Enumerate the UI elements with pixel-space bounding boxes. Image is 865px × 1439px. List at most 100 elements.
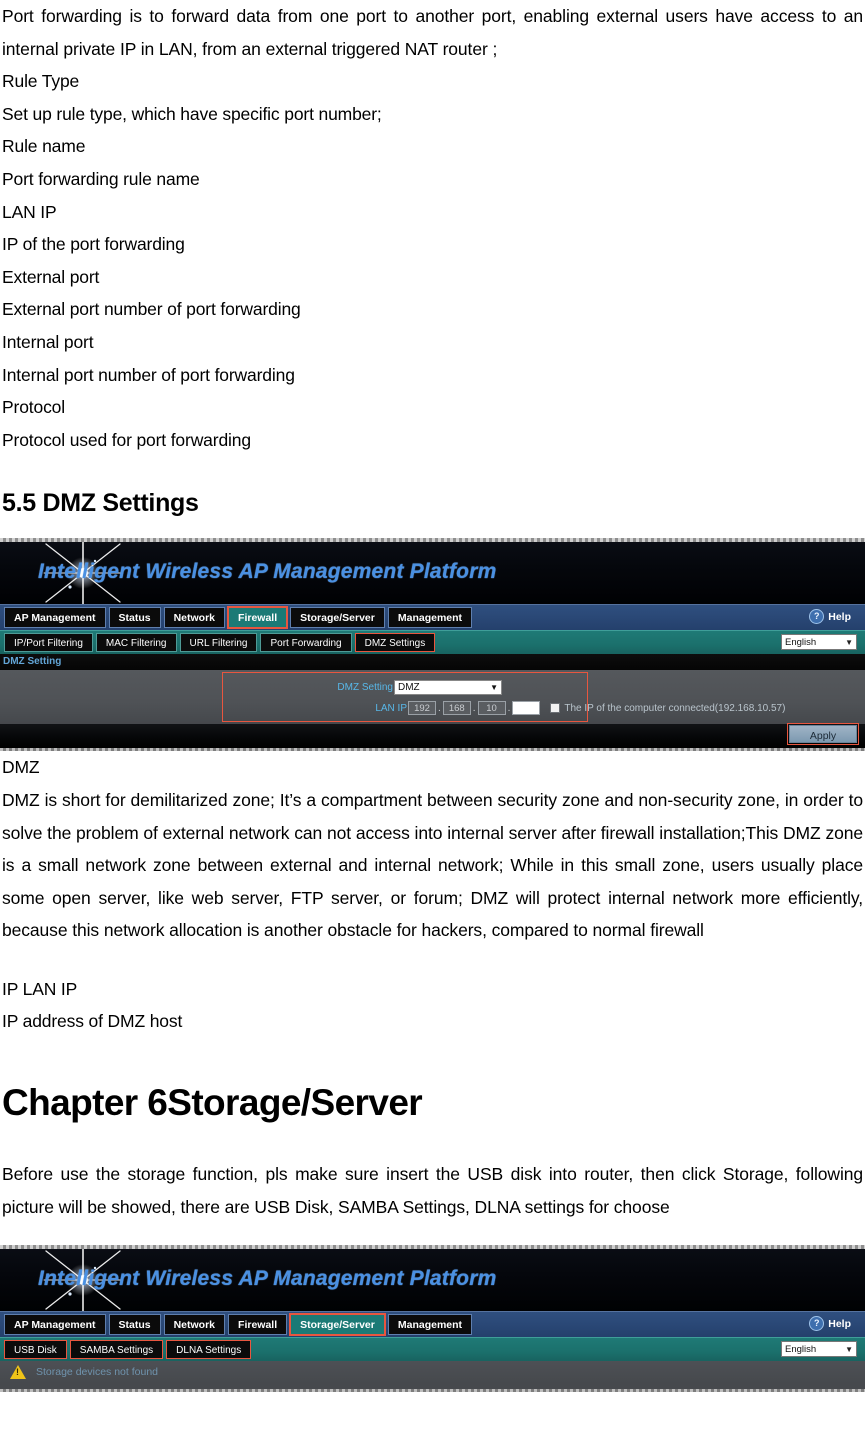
term-protocol: Protocol [2, 397, 65, 418]
subtab-ip-port-filtering[interactable]: IP/Port Filtering [4, 633, 93, 653]
dmz-setting-select[interactable]: DMZ ▼ [394, 680, 502, 696]
main-tab-bar: AP Management Status Network Firewall St… [0, 1311, 865, 1338]
dmz-setting-label: DMZ Setting [337, 682, 393, 694]
router-ui-dmz: Intelligent Wireless AP Management Platf… [0, 542, 865, 749]
ip-separator: . [472, 702, 476, 714]
desc-protocol: Protocol used for port forwarding [2, 429, 251, 450]
subtab-samba-settings[interactable]: SAMBA Settings [69, 1340, 164, 1360]
term-internal-port: Internal port [2, 331, 94, 352]
tab-management[interactable]: Management [387, 607, 473, 629]
dmz-footer-bar: Apply [0, 723, 865, 749]
tab-storage-server[interactable]: Storage/Server [289, 1313, 386, 1337]
intro-paragraph: Port forwarding is to forward data from … [2, 6, 863, 59]
chevron-down-icon: ▼ [845, 1344, 853, 1354]
desc-ip-lan-ip: IP address of DMZ host [2, 1011, 183, 1032]
screenshot-bottom-edge [0, 748, 865, 752]
tab-storage-server[interactable]: Storage/Server [290, 607, 385, 629]
dmz-form-highlight-box: DMZ Setting DMZ ▼ LAN IP 192 . 168 . 10 [222, 672, 785, 723]
tab-ap-management[interactable]: AP Management [4, 607, 106, 629]
apply-button-highlight: Apply [787, 723, 859, 746]
lan-ip-octet-3[interactable]: 10 [477, 701, 506, 716]
subtab-mac-filtering[interactable]: MAC Filtering [95, 633, 177, 653]
help-link[interactable]: ? Help [809, 1316, 851, 1332]
app-banner: Intelligent Wireless AP Management Platf… [0, 1249, 865, 1312]
chevron-down-icon: ▼ [490, 682, 498, 692]
document-page: Port forwarding is to forward data from … [0, 0, 865, 1439]
sub-tab-bar: IP/Port Filtering MAC Filtering URL Filt… [0, 630, 865, 655]
lan-ip-label: LAN IP [375, 702, 407, 714]
chevron-down-icon: ▼ [845, 637, 853, 647]
tab-firewall[interactable]: Firewall [227, 606, 289, 630]
main-tab-bar: AP Management Status Network Firewall St… [0, 604, 865, 631]
connected-computer-ip-label: The IP of the computer connected(192.168… [564, 702, 786, 714]
router-ui-storage: Intelligent Wireless AP Management Platf… [0, 1249, 865, 1390]
dmz-description-paragraph: DMZ is short for demilitarized zone; It’… [2, 789, 863, 941]
document-body-2: DMZ DMZ is short for demilitarized zone;… [0, 751, 865, 1245]
warning-triangle-icon [10, 1365, 26, 1380]
term-rule-type: Rule Type [2, 71, 80, 92]
storage-content-area [0, 1383, 865, 1390]
lan-ip-row: LAN IP 192 . 168 . 10 . The IP of the co… [223, 701, 786, 716]
help-link[interactable]: ? Help [809, 609, 851, 625]
dmz-setting-value: DMZ [398, 681, 420, 693]
sub-tab-bar: USB Disk SAMBA Settings DLNA Settings En… [0, 1337, 865, 1362]
question-mark-circle-icon: ? [809, 609, 825, 625]
chapter-heading-storage-server: Chapter 6Storage/Server [2, 1082, 423, 1124]
section-title-dmz-setting: DMZ Setting [0, 654, 865, 671]
lan-ip-octet-2[interactable]: 168 [442, 701, 471, 716]
question-mark-circle-icon: ? [809, 1316, 825, 1332]
lan-ip-octet-4[interactable] [512, 701, 541, 716]
ip-separator: . [507, 702, 511, 714]
tab-status[interactable]: Status [108, 607, 161, 629]
term-dmz: DMZ [2, 757, 40, 778]
language-select-value: English [785, 1343, 817, 1355]
apply-button[interactable]: Apply [789, 725, 857, 744]
storage-intro-paragraph: Before use the storage function, pls mak… [2, 1164, 863, 1217]
subtab-dmz-settings[interactable]: DMZ Settings [354, 633, 436, 653]
help-label: Help [828, 610, 851, 623]
language-select[interactable]: English ▼ [781, 1341, 857, 1358]
tab-ap-management[interactable]: AP Management [4, 1314, 106, 1336]
tab-management[interactable]: Management [387, 1314, 473, 1336]
help-label: Help [828, 1317, 851, 1330]
screenshot-bottom-edge [0, 1389, 865, 1393]
desc-internal-port: Internal port number of port forwarding [2, 364, 295, 385]
subtab-url-filtering[interactable]: URL Filtering [179, 633, 258, 653]
desc-rule-type: Set up rule type, which have specific po… [2, 103, 382, 124]
dmz-form-area: DMZ Setting DMZ ▼ LAN IP 192 . 168 . 10 [0, 670, 865, 725]
storage-status-message: Storage devices not found [36, 1366, 159, 1379]
app-title: Intelligent Wireless AP Management Platf… [38, 560, 497, 584]
term-lan-ip: LAN IP [2, 201, 57, 222]
language-select-value: English [785, 636, 817, 648]
lan-ip-octet-1[interactable]: 192 [408, 701, 436, 716]
desc-rule-name: Port forwarding rule name [2, 168, 200, 189]
tab-network[interactable]: Network [163, 1314, 226, 1336]
desc-lan-ip: IP of the port forwarding [2, 234, 185, 255]
app-title: Intelligent Wireless AP Management Platf… [38, 1267, 497, 1291]
term-ip-lan-ip: IP LAN IP [2, 978, 78, 999]
tab-status[interactable]: Status [108, 1314, 161, 1336]
ip-separator: . [438, 702, 441, 714]
subtab-dlna-settings[interactable]: DLNA Settings [166, 1340, 252, 1360]
term-rule-name: Rule name [2, 136, 86, 157]
document-body: Port forwarding is to forward data from … [0, 0, 865, 538]
subtab-usb-disk[interactable]: USB Disk [4, 1340, 67, 1360]
dmz-setting-row: DMZ Setting DMZ ▼ [223, 680, 502, 696]
subtab-port-forwarding[interactable]: Port Forwarding [260, 633, 352, 653]
tab-network[interactable]: Network [163, 607, 226, 629]
tab-firewall[interactable]: Firewall [228, 1314, 288, 1336]
app-banner: Intelligent Wireless AP Management Platf… [0, 542, 865, 605]
language-select[interactable]: English ▼ [781, 634, 857, 651]
section-heading-dmz-settings: 5.5 DMZ Settings [2, 489, 199, 518]
connected-computer-ip-checkbox[interactable] [550, 703, 561, 714]
term-external-port: External port [2, 266, 100, 287]
storage-status-strip: Storage devices not found [0, 1361, 865, 1384]
screenshot-storage-server: Intelligent Wireless AP Management Platf… [0, 1245, 865, 1393]
desc-external-port: External port number of port forwarding [2, 299, 301, 320]
